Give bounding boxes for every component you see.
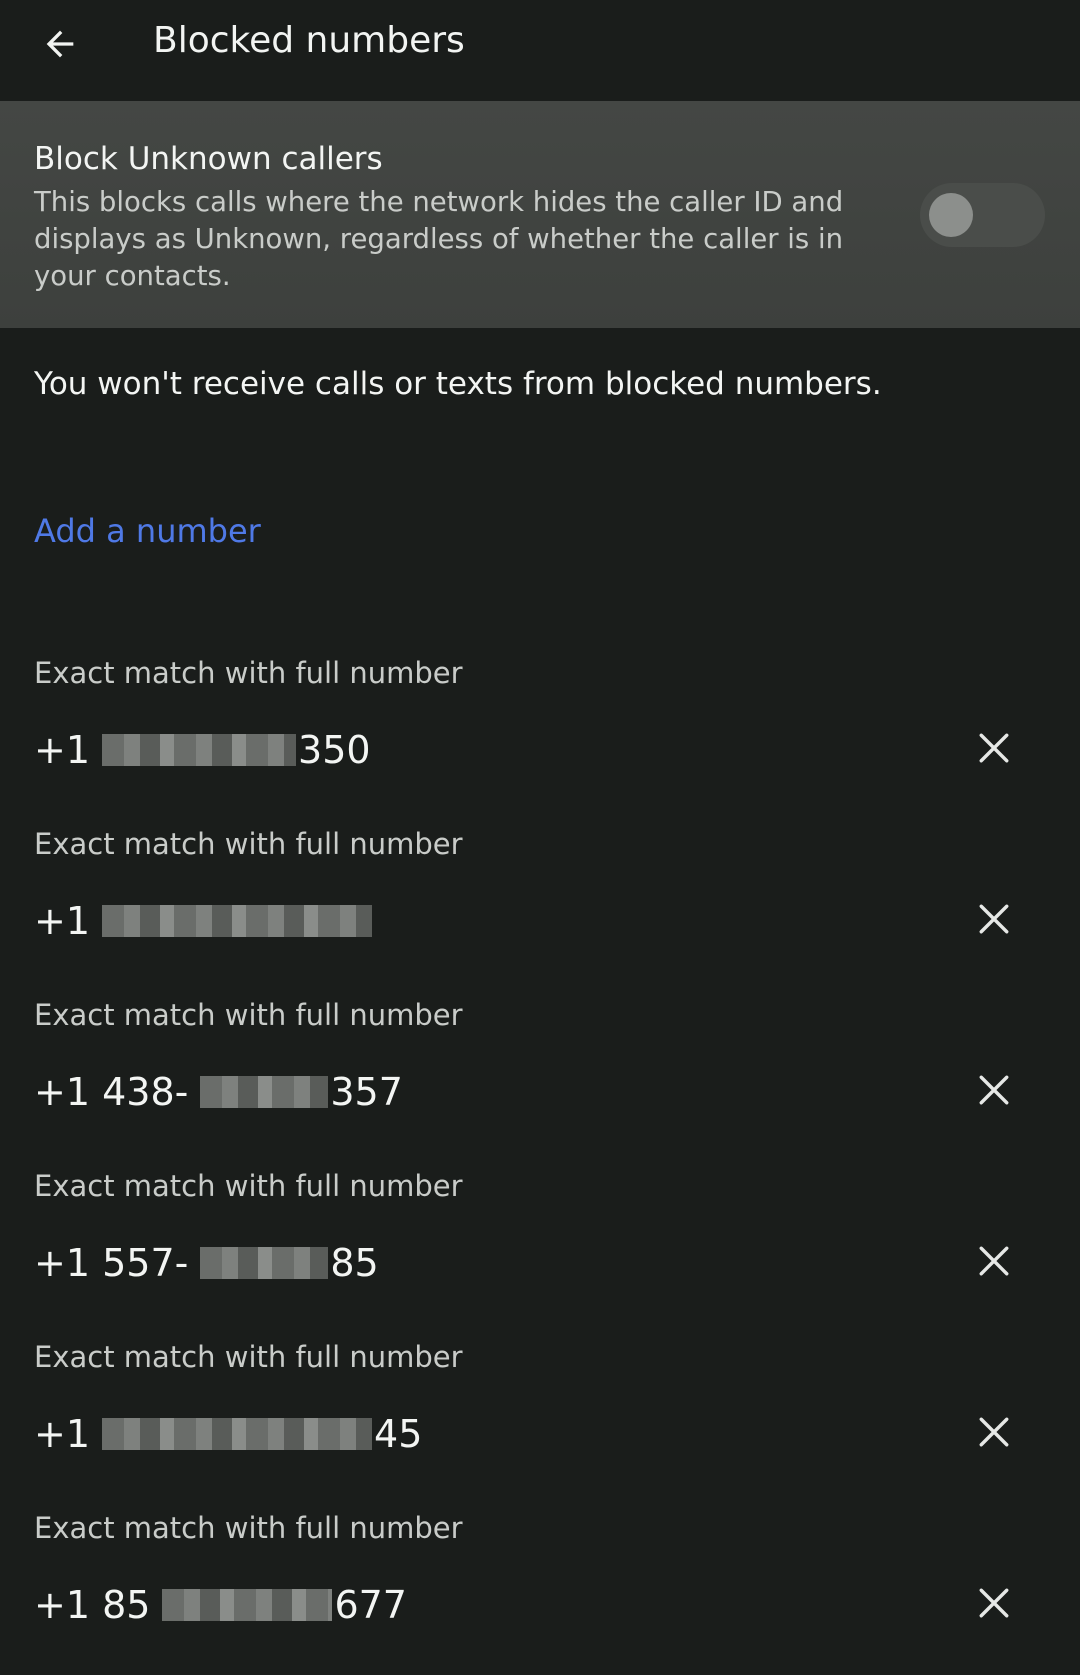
back-button[interactable] [30,14,90,74]
close-icon [979,1246,1009,1276]
redacted-digits [200,1076,329,1108]
number-suffix: 357 [330,1070,403,1114]
arrow-left-icon [46,30,74,58]
number-suffix: 350 [298,728,371,772]
close-icon [979,1417,1009,1447]
blocked-number: +1 [34,899,374,943]
blocked-number: +1 45 [34,1412,422,1456]
page-title: Blocked numbers [153,20,465,61]
number-prefix: +1 [34,1412,91,1456]
number-suffix: 45 [374,1412,423,1456]
blocked-number: +1 350 [34,728,371,772]
match-type-label: Exact match with full number [34,1340,463,1374]
number-suffix: 85 [330,1241,379,1285]
blocked-number: +1 85 677 [34,1583,407,1627]
blocked-number-row: Exact match with full number +1 350 [0,648,1080,819]
blocked-number: +1 557- 85 [34,1241,379,1285]
close-icon [979,733,1009,763]
blocked-number-row: Exact match with full number +1 [0,819,1080,990]
number-prefix: +1 557- [34,1241,189,1285]
blocked-number-row: Exact match with full number +1 438- 357 [0,990,1080,1161]
blocked-number-row: Exact match with full number +1 45 [0,1332,1080,1503]
blocked-number-row: Exact match with full number +1 85 677 [0,1503,1080,1674]
redacted-digits [102,905,373,937]
match-type-label: Exact match with full number [34,998,463,1032]
unblock-button[interactable] [964,718,1024,778]
redacted-digits [102,1418,373,1450]
redacted-digits [102,734,297,766]
number-prefix: +1 [34,899,91,943]
unblock-button[interactable] [964,1060,1024,1120]
info-text: You won't receive calls or texts from bl… [34,366,882,402]
number-prefix: +1 [34,728,91,772]
match-type-label: Exact match with full number [34,827,463,861]
unblock-button[interactable] [964,1231,1024,1291]
setting-description: This blocks calls where the network hide… [34,186,844,292]
number-prefix: +1 85 [34,1583,151,1627]
block-unknown-callers-setting[interactable]: Block Unknown callers This blocks calls … [0,101,1080,328]
redacted-digits [200,1247,329,1279]
close-icon [979,904,1009,934]
block-unknown-toggle[interactable] [920,183,1045,247]
redacted-digits [162,1589,333,1621]
number-prefix: +1 438- [34,1070,189,1114]
unblock-button[interactable] [964,1402,1024,1462]
match-type-label: Exact match with full number [34,1511,463,1545]
close-icon [979,1075,1009,1105]
unblock-button[interactable] [964,1573,1024,1633]
close-icon [979,1588,1009,1618]
blocked-number-row: Exact match with full number +1 557- 85 [0,1161,1080,1332]
add-number-link[interactable]: Add a number [34,512,261,550]
number-suffix: 677 [334,1583,407,1627]
setting-title: Block Unknown callers [34,141,383,177]
top-app-bar: Blocked numbers [0,0,1080,100]
match-type-label: Exact match with full number [34,1169,463,1203]
unblock-button[interactable] [964,889,1024,949]
blocked-number: +1 438- 357 [34,1070,403,1114]
blocked-numbers-list: Exact match with full number +1 350 Exact m… [0,648,1080,1674]
toggle-knob [929,193,973,237]
match-type-label: Exact match with full number [34,656,463,690]
